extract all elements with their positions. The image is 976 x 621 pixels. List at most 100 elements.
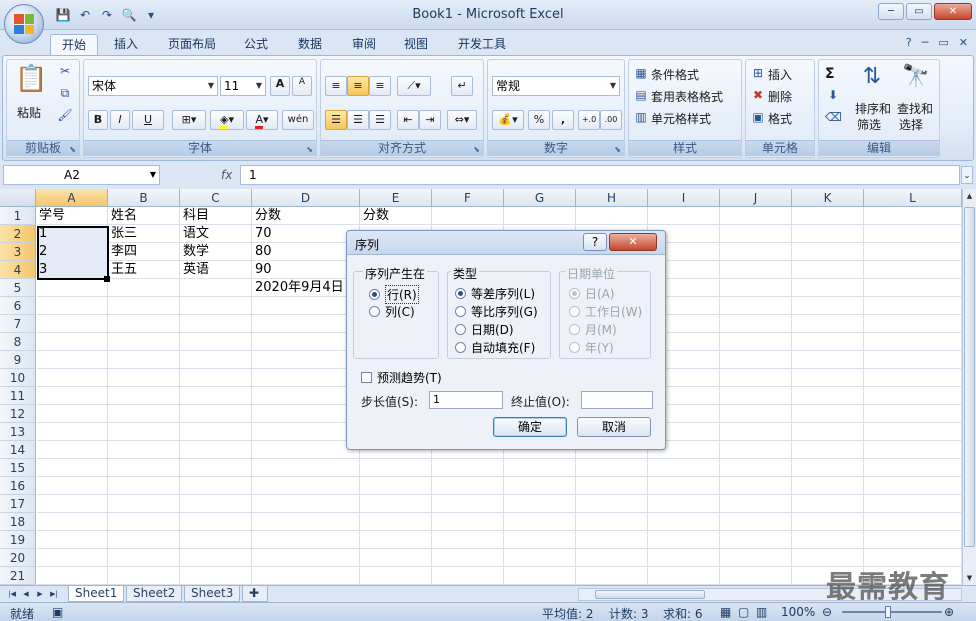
date-unit-day-radio[interactable]: 日(A) — [569, 285, 615, 302]
dialog-close-button[interactable]: ✕ — [609, 233, 657, 251]
cell-b2[interactable]: 张三 — [108, 225, 180, 243]
align-middle-button[interactable]: ≡ — [347, 76, 369, 96]
row-header-10[interactable]: 10 — [0, 369, 36, 387]
cell-b4[interactable]: 王五 — [108, 261, 180, 279]
fill-icon[interactable]: ⬇ — [825, 88, 841, 102]
row-header-5[interactable]: 5 — [0, 279, 36, 297]
minimize-button[interactable]: ─ — [878, 3, 904, 20]
row-header-13[interactable]: 13 — [0, 423, 36, 441]
cell-e1[interactable]: 分数 — [360, 207, 432, 225]
series-in-rows-radio[interactable]: 行(R) — [369, 285, 419, 304]
column-header-h[interactable]: H — [576, 189, 648, 207]
cell-d2[interactable]: 70 — [252, 225, 372, 243]
cell-b3[interactable]: 李四 — [108, 243, 180, 261]
prev-sheet-icon[interactable]: ◀ — [20, 588, 32, 600]
row-header-14[interactable]: 14 — [0, 441, 36, 459]
binoculars-icon[interactable]: 🔭 — [901, 64, 931, 89]
format-cells-button[interactable]: 格式 — [768, 110, 792, 127]
align-top-button[interactable]: ≡ — [325, 76, 347, 96]
column-header-a[interactable]: A — [36, 189, 108, 207]
row-header-2[interactable]: 2 — [0, 225, 36, 243]
cell-c4[interactable]: 英语 — [180, 261, 252, 279]
office-button[interactable] — [4, 4, 44, 44]
fill-color-button[interactable]: ◈▾ — [210, 110, 244, 130]
autosum-button[interactable]: Σ — [825, 66, 835, 82]
row-header-3[interactable]: 3 — [0, 243, 36, 261]
column-header-e[interactable]: E — [360, 189, 432, 207]
macro-record-icon[interactable]: ▣ — [52, 605, 63, 619]
clear-icon[interactable]: ⌫ — [825, 110, 842, 124]
ribbon-restore-icon[interactable]: ▭ — [938, 36, 948, 49]
increase-indent-button[interactable]: ⇥ — [419, 110, 441, 130]
page-break-view-icon[interactable]: ▥ — [756, 605, 767, 619]
stop-value-input[interactable] — [581, 391, 653, 409]
decrease-indent-button[interactable]: ⇤ — [397, 110, 419, 130]
align-left-button[interactable]: ☰ — [325, 110, 347, 130]
type-growth-radio[interactable]: 等比序列(G) — [455, 303, 538, 320]
first-sheet-icon[interactable]: |◀ — [6, 588, 18, 600]
cell-d5[interactable]: 2020年9月4日 — [252, 279, 372, 297]
column-header-i[interactable]: I — [648, 189, 720, 207]
expand-formula-icon[interactable]: ⌄ — [961, 166, 973, 184]
tab-developer[interactable]: 开发工具 — [450, 34, 514, 56]
sheet-tab-3[interactable]: Sheet3 — [184, 586, 241, 602]
zoom-slider-knob[interactable] — [885, 606, 891, 618]
orientation-button[interactable]: ⟋▾ — [397, 76, 431, 96]
zoom-in-icon[interactable]: ⊕ — [944, 605, 954, 619]
series-in-cols-radio[interactable]: 列(C) — [369, 303, 415, 320]
merge-center-button[interactable]: ⇔▾ — [447, 110, 477, 130]
conditional-format-button[interactable]: 条件格式 — [651, 66, 699, 83]
decrease-decimal-button[interactable]: .00 — [600, 110, 622, 130]
cell-c3[interactable]: 数学 — [180, 243, 252, 261]
type-date-radio[interactable]: 日期(D) — [455, 321, 514, 338]
alignment-launcher-icon[interactable]: ⬊ — [473, 145, 480, 154]
cell-a4[interactable]: 3 — [36, 261, 108, 279]
scroll-down-icon[interactable]: ▼ — [963, 571, 976, 585]
format-painter-icon[interactable]: 🖌 — [57, 108, 73, 122]
shrink-font-button[interactable]: A — [292, 76, 312, 96]
currency-button[interactable]: 💰▾ — [492, 110, 524, 130]
cell-c2[interactable]: 语文 — [180, 225, 252, 243]
cancel-button[interactable]: 取消 — [577, 417, 651, 437]
sheet-tab-2[interactable]: Sheet2 — [126, 586, 183, 602]
select-all-corner[interactable] — [0, 189, 36, 207]
fill-handle[interactable] — [104, 276, 110, 282]
cell-a3[interactable]: 2 — [36, 243, 108, 261]
tab-data[interactable]: 数据 — [290, 34, 330, 56]
horizontal-scroll-thumb[interactable] — [595, 590, 705, 599]
cell-d1[interactable]: 分数 — [252, 207, 372, 225]
scroll-up-icon[interactable]: ▲ — [963, 189, 976, 203]
insert-cells-button[interactable]: 插入 — [768, 66, 792, 83]
row-header-21[interactable]: 21 — [0, 567, 36, 585]
italic-button[interactable]: I — [110, 110, 130, 130]
row-header-11[interactable]: 11 — [0, 387, 36, 405]
find-select-label-1[interactable]: 查找和 — [897, 100, 933, 117]
comma-button[interactable]: , — [552, 110, 574, 130]
tab-review[interactable]: 审阅 — [344, 34, 384, 56]
date-unit-year-radio[interactable]: 年(Y) — [569, 339, 614, 356]
row-header-4[interactable]: 4 — [0, 261, 36, 279]
type-linear-radio[interactable]: 等差序列(L) — [455, 285, 535, 302]
phonetic-button[interactable]: wén — [282, 110, 314, 130]
percent-button[interactable]: % — [528, 110, 550, 130]
zoom-level[interactable]: 100% — [781, 605, 815, 619]
normal-view-icon[interactable]: ▦ — [720, 605, 731, 619]
cell-d3[interactable]: 80 — [252, 243, 372, 261]
sheet-tab-1[interactable]: Sheet1 — [68, 586, 125, 602]
copy-icon[interactable]: ⧉ — [57, 86, 73, 101]
column-header-j[interactable]: J — [720, 189, 792, 207]
date-unit-month-radio[interactable]: 月(M) — [569, 321, 617, 338]
borders-button[interactable]: ⊞▾ — [172, 110, 206, 130]
row-header-16[interactable]: 16 — [0, 477, 36, 495]
column-header-d[interactable]: D — [252, 189, 360, 207]
cut-icon[interactable]: ✂ — [57, 64, 73, 78]
next-sheet-icon[interactable]: ▶ — [34, 588, 46, 600]
date-unit-weekday-radio[interactable]: 工作日(W) — [569, 303, 642, 320]
cell-a1[interactable]: 学号 — [36, 207, 108, 225]
row-header-17[interactable]: 17 — [0, 495, 36, 513]
row-header-20[interactable]: 20 — [0, 549, 36, 567]
clipboard-launcher-icon[interactable]: ⬊ — [69, 145, 76, 154]
insert-sheet-button[interactable]: ✚ — [242, 586, 268, 602]
sort-filter-icon[interactable]: ⇅ — [857, 64, 887, 89]
close-button[interactable]: ✕ — [934, 3, 972, 20]
